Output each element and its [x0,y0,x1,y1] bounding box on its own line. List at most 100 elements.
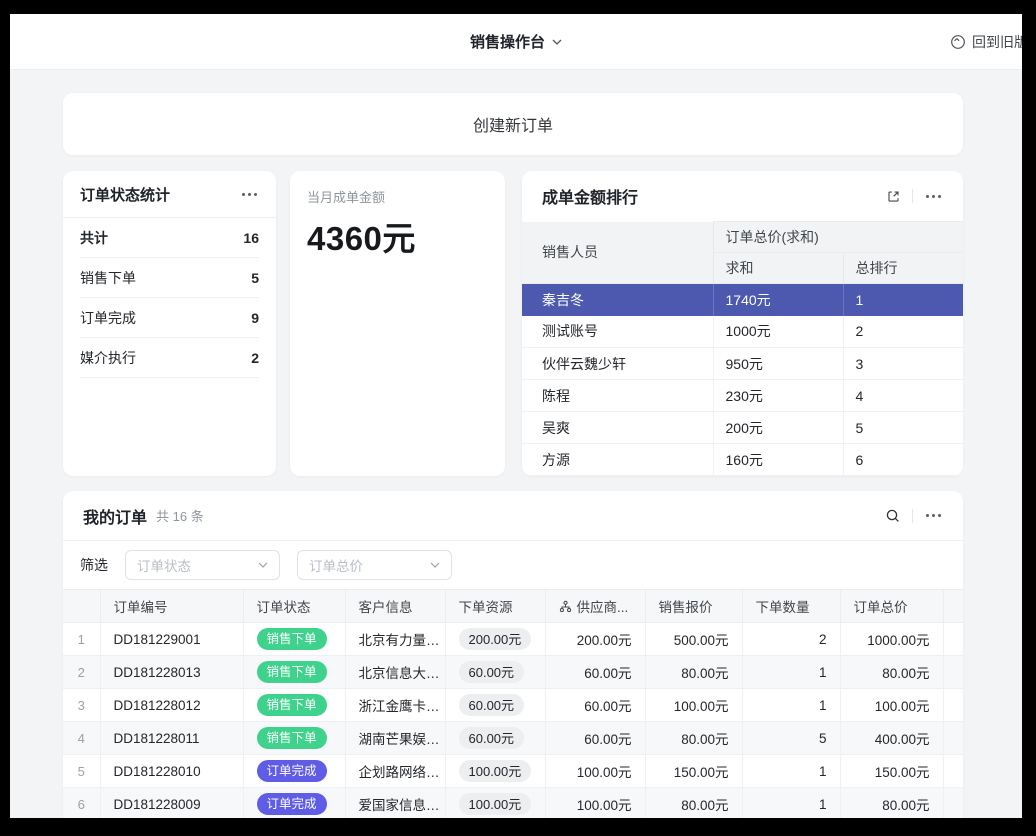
order-row[interactable]: 6 DD181228009 订单完成 爱国家信息… 100.00元 100.00… [63,788,963,819]
sales-quote: 80.00元 [645,788,742,819]
order-total: 80.00元 [840,788,943,819]
more-menu-icon[interactable] [924,510,943,521]
customer-name: 爱国家信息… [345,788,445,819]
divider [912,189,913,203]
orders-count: 共 16 条 [156,506,204,525]
create-order-button[interactable]: 创建新订单 [63,93,963,155]
select-placeholder: 订单总价 [309,555,363,575]
order-no: DD181228010 [100,755,243,788]
order-total: 1000.00元 [840,623,943,656]
supplier-price: 60.00元 [545,656,645,689]
order-quantity: 2 [742,623,840,656]
monthly-amount-card: 当月成单金额 4360元 [290,171,505,476]
back-to-old-version-button[interactable]: 回到旧版 [950,14,1022,70]
ranking-row[interactable]: 伙伴云魏少轩 950元 3 [522,348,963,380]
order-row[interactable]: 5 DD181228010 订单完成 企划路网络… 100.00元 100.00… [63,755,963,788]
ranking-card-title: 成单金额排行 [542,184,638,208]
col-header-person[interactable]: 销售人员 [522,222,713,284]
col-header-rank[interactable]: 总排行 [843,253,963,284]
rank-value: 1 [843,284,963,316]
col-header-status[interactable]: 订单状态 [243,590,345,623]
filter-label: 筛选 [80,555,108,575]
status-badge: 销售下单 [257,628,327,650]
col-header-quantity[interactable]: 下单数量 [742,590,840,623]
col-header-sum[interactable]: 求和 [713,253,843,284]
sales-quote: 80.00元 [645,722,742,755]
supplier-price: 200.00元 [545,623,645,656]
ranking-row-selected[interactable]: 秦吉冬 1740元 1 [522,284,963,316]
filter-order-status-select[interactable]: 订单状态 [125,550,280,580]
order-quantity: 1 [742,656,840,689]
sales-quote: 100.00元 [645,689,742,722]
create-order-label: 创建新订单 [473,112,553,136]
col-header-index [63,590,100,623]
chevron-down-icon [430,562,440,568]
col-header-resource[interactable]: 下单资源 [445,590,545,623]
status-row-total[interactable]: 共计 16 [80,218,259,258]
status-label: 销售下单 [80,268,136,288]
status-value: 2 [251,350,259,366]
screenshot-frame: 销售操作台 回到旧版 创建新订单 [0,0,1036,836]
col-header-supplier[interactable]: 供应商... [545,590,645,623]
workspace-switcher[interactable]: 销售操作台 [470,31,562,52]
order-row[interactable]: 2 DD181228013 销售下单 北京信息大… 60.00元 60.00元 … [63,656,963,689]
status-value: 5 [251,270,259,286]
supplier-price: 100.00元 [545,755,645,788]
ranking-row[interactable]: 方源 160元 6 [522,444,963,476]
order-total: 150.00元 [840,755,943,788]
more-menu-icon[interactable] [240,189,259,200]
status-row-media[interactable]: 媒介执行 2 [80,338,259,378]
row-index: 4 [63,722,100,755]
search-icon[interactable] [885,508,901,524]
sales-quote: 500.00元 [645,623,742,656]
resource-price-chip: 200.00元 [459,628,532,650]
amount-label: 当月成单金额 [307,187,488,206]
more-menu-icon[interactable] [924,191,943,202]
ranking-card: 成单金额排行 [522,171,963,476]
filter-order-total-select[interactable]: 订单总价 [297,550,452,580]
order-quantity: 1 [742,755,840,788]
top-bar: 销售操作台 回到旧版 [10,14,1022,70]
person-name: 秦吉冬 [522,284,713,316]
rank-value: 2 [843,316,963,348]
customer-name: 北京有力量… [345,623,445,656]
resource-price-chip: 100.00元 [459,760,532,782]
order-no: DD181228012 [100,689,243,722]
filter-bar: 筛选 订单状态 订单总价 [63,541,963,589]
select-placeholder: 订单状态 [137,555,191,575]
row-index: 6 [63,788,100,819]
col-header-group[interactable]: 订单总价(求和) [713,222,963,253]
supplier-price: 100.00元 [545,788,645,819]
back-button-label: 回到旧版 [972,32,1022,52]
order-status-stats-card: 订单状态统计 共计 16 销售下单 5 订单完成 9 [63,171,276,476]
rank-value: 4 [843,380,963,412]
order-no: DD181229001 [100,623,243,656]
status-row-complete[interactable]: 订单完成 9 [80,298,259,338]
status-badge: 订单完成 [257,760,327,782]
order-no: DD181228009 [100,788,243,819]
order-row[interactable]: 4 DD181228011 销售下单 湖南芒果娱… 60.00元 60.00元 … [63,722,963,755]
status-badge: 销售下单 [257,694,327,716]
status-badge: 销售下单 [257,727,327,749]
order-row[interactable]: 1 DD181229001 销售下单 北京有力量… 200.00元 200.00… [63,623,963,656]
sales-quote: 80.00元 [645,656,742,689]
resource-price-chip: 100.00元 [459,793,532,815]
orders-table: 订单编号 订单状态 客户信息 下单资源 [63,589,963,818]
customer-name: 北京信息大… [345,656,445,689]
col-header-quote[interactable]: 销售报价 [645,590,742,623]
amount-value: 4360元 [307,212,488,260]
ranking-row[interactable]: 吴爽 200元 5 [522,412,963,444]
open-in-new-icon[interactable] [886,189,901,204]
orders-card-title: 我的订单 [83,504,147,528]
page-title: 销售操作台 [470,31,545,52]
app-viewport: 销售操作台 回到旧版 创建新订单 [10,14,1022,818]
order-row[interactable]: 3 DD181228012 销售下单 浙江金鹰卡… 60.00元 60.00元 … [63,689,963,722]
customer-name: 浙江金鹰卡… [345,689,445,722]
ranking-row[interactable]: 测试账号 1000元 2 [522,316,963,348]
col-header-total[interactable]: 订单总价 [840,590,943,623]
rank-value: 6 [843,444,963,476]
col-header-order-no[interactable]: 订单编号 [100,590,243,623]
ranking-row[interactable]: 陈程 230元 4 [522,380,963,412]
status-row-sales[interactable]: 销售下单 5 [80,258,259,298]
col-header-customer[interactable]: 客户信息 [345,590,445,623]
